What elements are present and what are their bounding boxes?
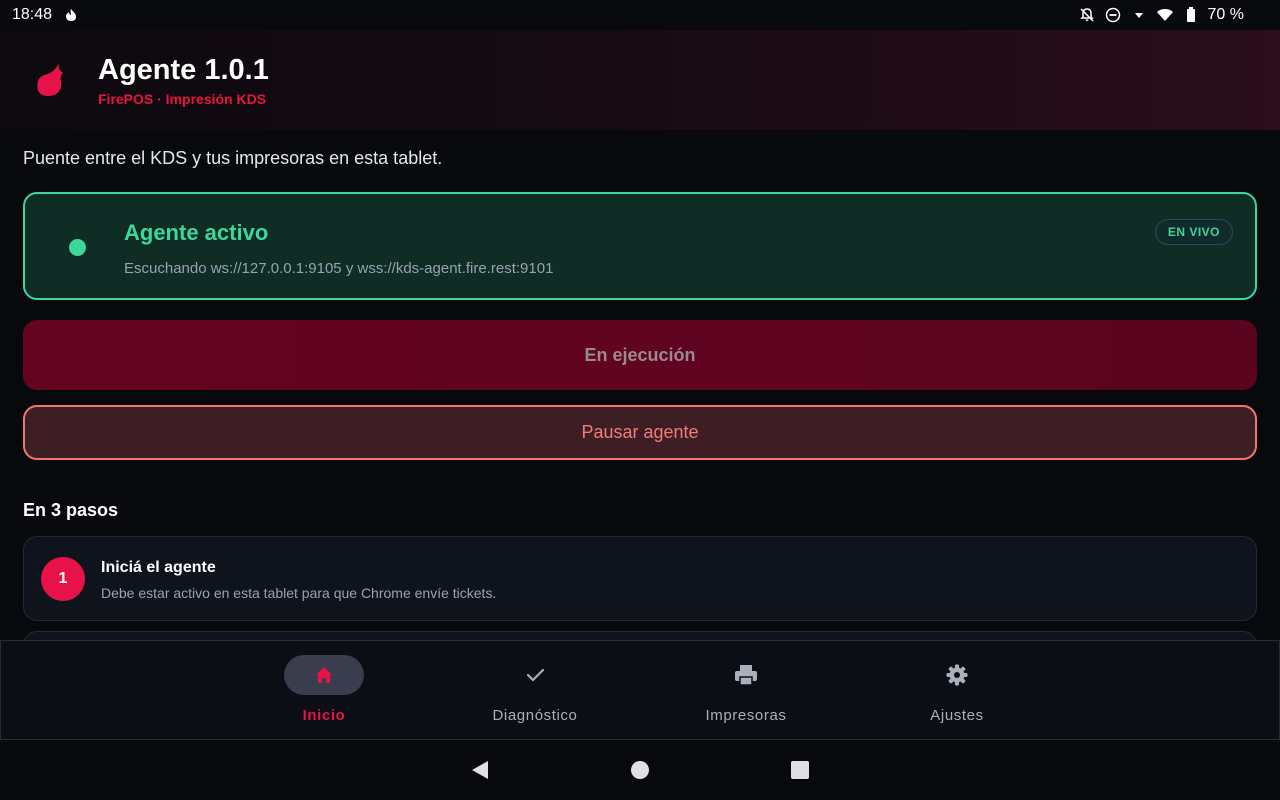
step-title: Iniciá el agente <box>101 559 216 576</box>
status-dot-icon <box>69 239 86 256</box>
agent-status-description: Escuchando ws://127.0.0.1:9105 y wss://k… <box>124 260 554 277</box>
battery-level: 70 % <box>1207 6 1244 23</box>
nav-pill-active <box>284 655 364 695</box>
nav-label-inicio: Inicio <box>302 707 346 724</box>
pause-agent-button[interactable]: Pausar agente <box>23 405 1257 460</box>
live-badge: EN VIVO <box>1154 219 1233 245</box>
app-header: Agente 1.0.1 FirePOS · Impresión KDS <box>0 30 1280 130</box>
gear-icon <box>946 664 968 686</box>
nav-pill <box>495 655 575 695</box>
step-number: 1 <box>41 557 85 601</box>
nav-item-diagnostico[interactable]: Diagnóstico <box>435 641 635 741</box>
recents-icon[interactable] <box>790 760 810 780</box>
nav-label-diagnostico: Diagnóstico <box>492 707 578 724</box>
status-bar: 18:48 70 % <box>0 0 1280 30</box>
bell-off-icon <box>1078 6 1096 24</box>
battery-icon <box>1182 6 1200 24</box>
home-system-icon[interactable] <box>630 760 650 780</box>
nav-item-impresoras[interactable]: Impresoras <box>646 641 846 741</box>
nav-label-ajustes: Ajustes <box>930 707 984 724</box>
tagline: Puente entre el KDS y tus impresoras en … <box>23 148 443 168</box>
flame-logo-icon <box>37 63 63 97</box>
home-icon <box>316 667 332 683</box>
agent-status-title: Agente activo <box>124 220 269 245</box>
steps-section-title: En 3 pasos <box>23 500 119 520</box>
flame-notification-icon <box>62 6 80 24</box>
system-navigation <box>0 740 1280 800</box>
bottom-navigation: Inicio Diagnóstico Impresoras Ajustes <box>0 640 1280 740</box>
nav-item-inicio[interactable]: Inicio <box>224 641 424 741</box>
app-title: Agente 1.0.1 <box>98 54 269 86</box>
nav-pill <box>706 655 786 695</box>
clock: 18:48 <box>12 6 53 23</box>
check-icon <box>526 668 545 682</box>
running-button[interactable]: En ejecución <box>23 320 1257 390</box>
printer-icon <box>735 665 757 686</box>
agent-status-card: Agente activo Escuchando ws://127.0.0.1:… <box>23 192 1257 300</box>
wifi-icon <box>1156 6 1174 24</box>
step-card: 1 Iniciá el agente Debe estar activo en … <box>23 536 1257 621</box>
nav-item-ajustes[interactable]: Ajustes <box>857 641 1057 741</box>
do-not-disturb-icon <box>1104 6 1122 24</box>
step-description: Debe estar activo en esta tablet para qu… <box>101 585 497 601</box>
back-icon[interactable] <box>470 760 490 780</box>
nav-pill <box>917 655 997 695</box>
app-subtitle: FirePOS · Impresión KDS <box>98 91 267 107</box>
nav-label-impresoras: Impresoras <box>705 707 787 724</box>
signal-icon <box>1130 6 1148 24</box>
